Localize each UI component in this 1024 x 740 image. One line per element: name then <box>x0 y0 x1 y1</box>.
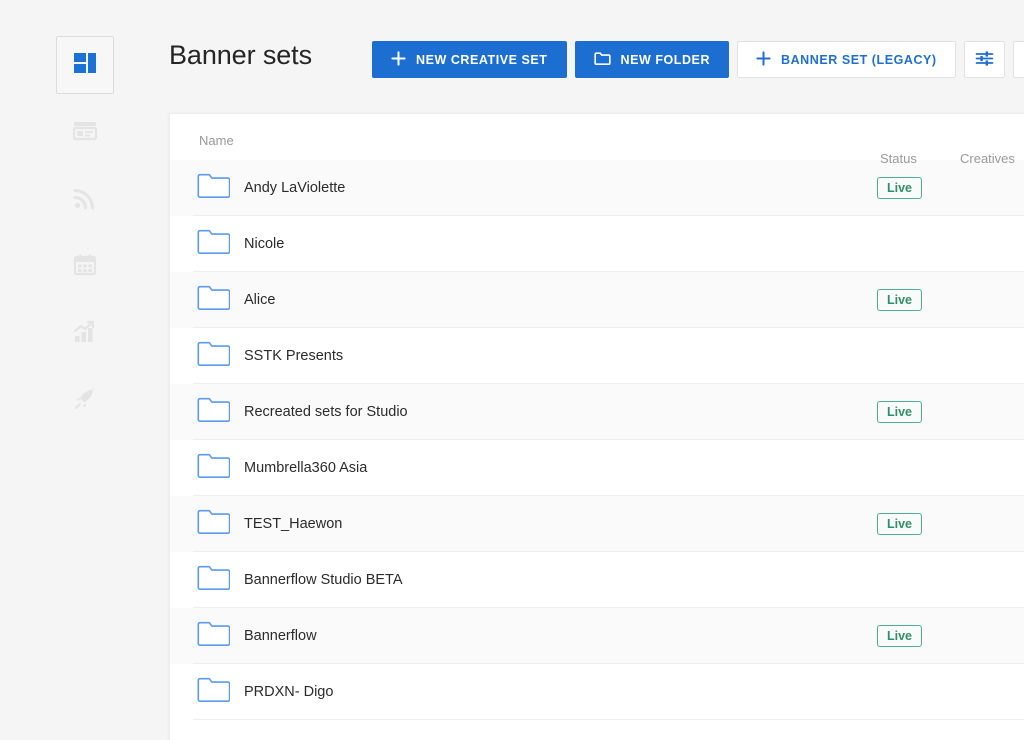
folder-icon <box>197 172 231 204</box>
new-creative-set-label: NEW CREATIVE SET <box>416 52 548 67</box>
folder-icon <box>197 564 231 596</box>
calendar-icon <box>72 252 98 283</box>
banner-sets-grid-icon <box>72 50 98 81</box>
tune-filter-icon <box>975 49 994 71</box>
folder-icon <box>197 620 231 652</box>
status-badge: Live <box>877 513 923 535</box>
row-name-label: SSTK Presents <box>244 348 344 364</box>
column-header-creatives[interactable]: Creatives <box>960 151 1015 166</box>
toolbar: NEW CREATIVE SET NEW FOLDER BANNER SET (… <box>372 41 1024 78</box>
status-badge: Live <box>877 177 923 199</box>
row-name-cell: Alice <box>197 284 275 316</box>
folder-icon <box>197 452 231 484</box>
sidebar-item-feeds[interactable] <box>56 171 114 229</box>
table-row[interactable]: Nicole <box>170 216 1024 272</box>
row-name-label: Alice <box>244 292 276 308</box>
filter-button[interactable] <box>963 41 1005 78</box>
table-row[interactable]: Recreated sets for Studio Live <box>170 384 1024 440</box>
display-ad-icon <box>72 118 98 149</box>
row-name-label: Bannerflow Studio BETA <box>244 572 403 588</box>
banner-set-legacy-label: BANNER SET (LEGACY) <box>781 52 937 67</box>
sidebar-item-banner-sets[interactable] <box>55 36 114 94</box>
banner-sets-table: Name Andy LaViolette Live Nicole Alice Live S… <box>170 114 1024 720</box>
row-name-cell: Recreated sets for Studio <box>197 396 408 428</box>
row-name-label: Bannerflow <box>244 628 317 644</box>
table-row[interactable]: Bannerflow Studio BETA <box>170 552 1024 608</box>
row-name-cell: Mumbrella360 Asia <box>197 452 367 484</box>
table-row[interactable]: Bannerflow Live <box>170 608 1024 664</box>
folder-icon <box>197 676 231 708</box>
folder-icon <box>197 340 231 372</box>
sidebar-item-schedule[interactable] <box>56 238 114 296</box>
page-title: Banner sets <box>169 40 312 70</box>
status-badge: Live <box>877 401 923 423</box>
column-header-status[interactable]: Status <box>880 151 917 166</box>
analytics-icon <box>72 319 98 350</box>
new-folder-button[interactable]: NEW FOLDER <box>574 41 730 78</box>
feed-icon <box>72 185 98 216</box>
rocket-icon <box>72 386 98 417</box>
row-name-label: Mumbrella360 Asia <box>244 460 368 476</box>
folder-icon <box>593 51 611 69</box>
folder-icon <box>197 228 231 260</box>
app-root: Banner sets NEW CREATIVE SET NEW FOLDER … <box>0 0 1024 740</box>
status-badge: Live <box>877 289 923 311</box>
table-row[interactable]: Alice Live <box>170 272 1024 328</box>
folder-icon <box>197 396 231 428</box>
row-name-cell: Bannerflow <box>197 620 317 652</box>
new-folder-label: NEW FOLDER <box>620 52 711 67</box>
topbar: Banner sets NEW CREATIVE SET NEW FOLDER … <box>169 0 1024 113</box>
row-name-label: PRDXN- Digo <box>244 684 334 700</box>
column-header-name[interactable]: Name <box>199 133 234 148</box>
sidebar-item-display-ads[interactable] <box>56 104 114 162</box>
row-name-cell: TEST_Haewon <box>197 508 342 540</box>
table-body: Andy LaViolette Live Nicole Alice Live SSTK P… <box>170 160 1024 720</box>
status-badge: Live <box>877 625 923 647</box>
row-name-cell: SSTK Presents <box>197 340 343 372</box>
search-box[interactable] <box>1012 41 1024 78</box>
sidebar <box>0 0 169 740</box>
banner-set-legacy-button[interactable]: BANNER SET (LEGACY) <box>737 41 956 78</box>
banner-sets-table-card: Name Andy LaViolette Live Nicole Alice Live S… <box>169 113 1024 740</box>
table-row[interactable]: Mumbrella360 Asia <box>170 440 1024 496</box>
main-content: Banner sets NEW CREATIVE SET NEW FOLDER … <box>169 0 1024 740</box>
table-row[interactable]: TEST_Haewon Live <box>170 496 1024 552</box>
folder-icon <box>197 508 231 540</box>
row-name-cell: Bannerflow Studio BETA <box>197 564 403 596</box>
plus-icon <box>391 50 406 69</box>
row-name-label: Andy LaViolette <box>244 180 346 196</box>
table-row[interactable]: Andy LaViolette Live <box>170 160 1024 216</box>
row-name-cell: Nicole <box>197 228 284 260</box>
row-name-label: TEST_Haewon <box>244 516 343 532</box>
folder-icon <box>197 284 231 316</box>
row-name-cell: Andy LaViolette <box>197 172 345 204</box>
row-name-cell: PRDXN- Digo <box>197 676 333 708</box>
row-name-label: Nicole <box>244 236 285 252</box>
table-row[interactable]: SSTK Presents <box>170 328 1024 384</box>
row-name-label: Recreated sets for Studio <box>244 404 408 420</box>
plus-icon <box>756 50 771 69</box>
sidebar-item-publish[interactable] <box>56 372 114 430</box>
table-row[interactable]: PRDXN- Digo <box>170 664 1024 720</box>
sidebar-item-analytics[interactable] <box>56 305 114 363</box>
new-creative-set-button[interactable]: NEW CREATIVE SET <box>372 41 567 78</box>
